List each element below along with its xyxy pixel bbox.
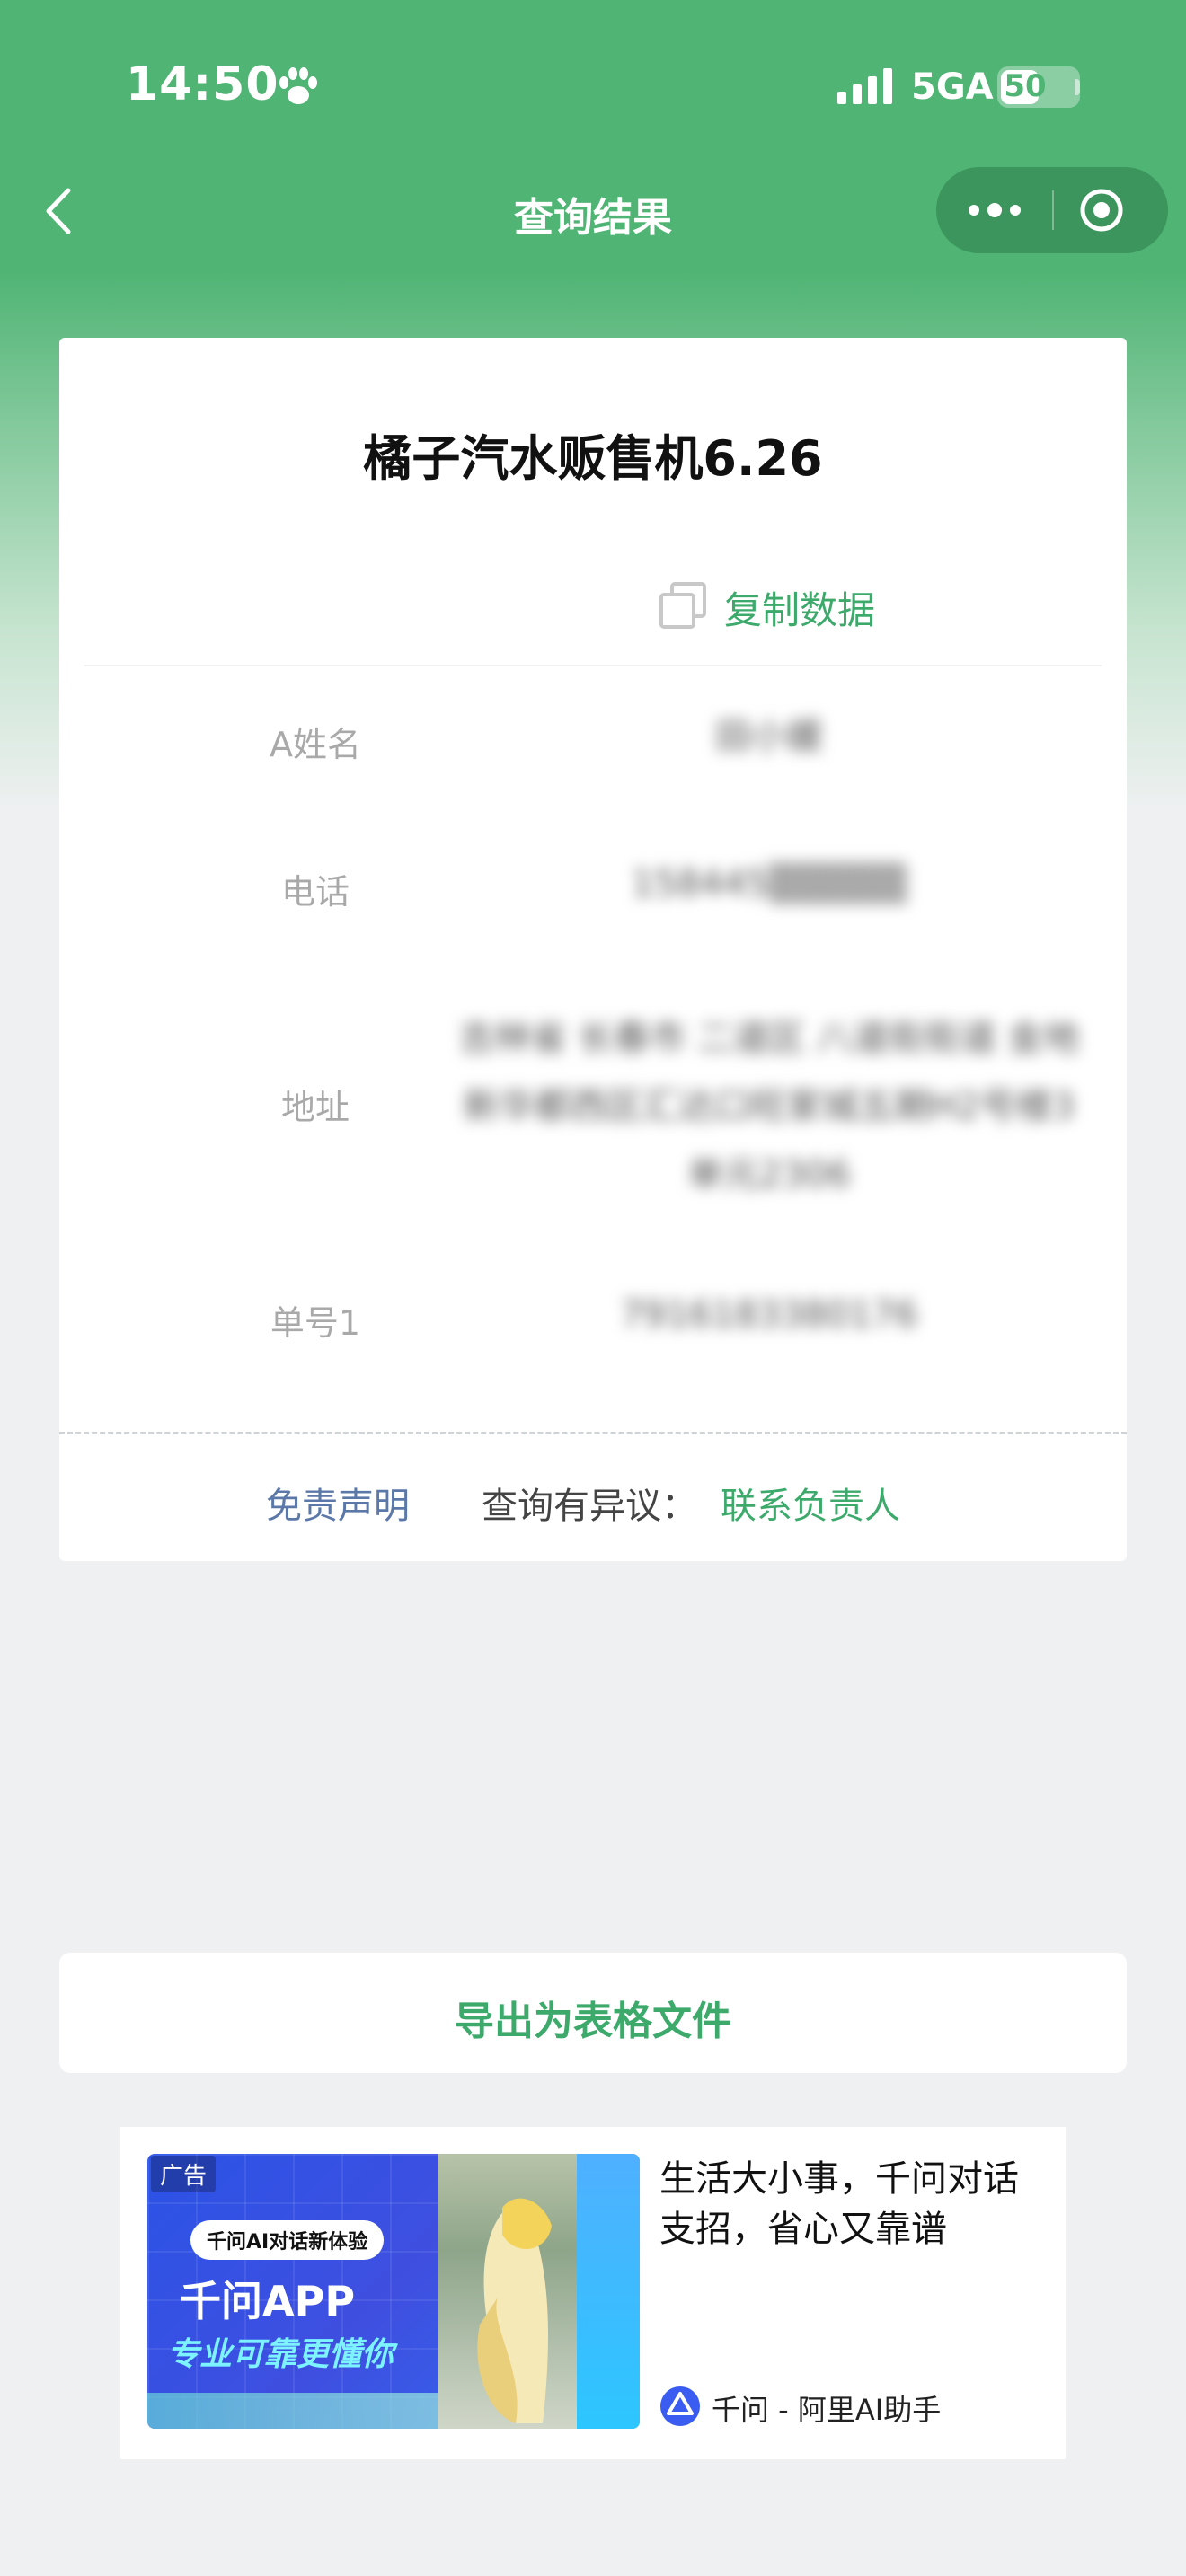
copy-data-button[interactable]: 复制数据 — [658, 573, 918, 636]
name-label: A姓名 — [270, 725, 361, 764]
objection-text: 查询有异议： — [482, 1486, 697, 1527]
page: 14:50 5GA 50 查询结果 橘子汽水贩售机6.26 复制数据 A姓名 田… — [0, 0, 1186, 2576]
result-title: 橘子汽水贩售机6.26 — [363, 430, 823, 487]
battery-level: 50 — [1004, 68, 1047, 104]
signal-icon — [837, 68, 892, 104]
ad-slogan: 专业可靠更懂你 — [167, 2336, 394, 2373]
ad-bubble: 千问AI对话新体验 — [190, 2220, 385, 2260]
qianwen-logo-icon — [660, 2386, 700, 2426]
more-icon[interactable] — [963, 194, 1026, 226]
name-value: 田小媛 — [715, 716, 823, 757]
phone-label: 电话 — [280, 872, 350, 912]
divider — [84, 665, 1102, 666]
ad-headline[interactable]: 生活大小事，千问对话支招，省心又靠谱 — [659, 2154, 1046, 2254]
ad-app-name: 千问APP — [180, 2277, 356, 2325]
ad-decoration — [577, 2154, 640, 2429]
banana-image — [477, 2198, 552, 2423]
ad-tag[interactable]: 广告 — [151, 2156, 217, 2192]
address-label: 地址 — [280, 1088, 350, 1127]
battery-tip — [1075, 79, 1080, 95]
phone-value: 158445▒▒▒▒▒ — [631, 863, 907, 904]
ad-banner[interactable]: 广告 千问AI对话新体验 千问APP 专业可靠更懂你 生活大小事，千问对话支招，… — [120, 2127, 1066, 2459]
mini-program-capsule — [936, 167, 1168, 253]
dashed-divider — [59, 1432, 1127, 1434]
paw-icon — [279, 67, 317, 104]
network-type: 5GA — [911, 66, 994, 108]
battery-icon: 50 — [997, 66, 1080, 108]
result-card: 橘子汽水贩售机6.26 复制数据 A姓名 田小媛 电话 158445▒▒▒▒▒ … — [59, 338, 1127, 1561]
close-target-icon[interactable] — [1078, 187, 1125, 234]
contact-owner-link[interactable]: 联系负责人 — [721, 1477, 900, 1529]
ad-brand: 千问 - 阿里AI助手 — [712, 2393, 942, 2427]
address-value: 吉林省 长春市 二道区 八道街街道 金地新华都西区汇达口旺家城五期H2号楼3单元… — [458, 1018, 1080, 1195]
order-number-value: 7916183380176 — [620, 1294, 918, 1336]
ad-image[interactable]: 广告 千问AI对话新体验 千问APP 专业可靠更懂你 — [147, 2154, 640, 2429]
capsule-divider — [1052, 190, 1054, 230]
export-spreadsheet-button[interactable]: 导出为表格文件 — [59, 1953, 1127, 2073]
disclaimer-link[interactable]: 免责声明 — [266, 1477, 410, 1529]
export-label: 导出为表格文件 — [455, 1998, 731, 2044]
copy-data-label: 复制数据 — [724, 588, 876, 632]
ad-base-stripe — [147, 2393, 438, 2429]
order-number-label: 单号1 — [270, 1303, 361, 1343]
status-time: 14:50 — [126, 57, 279, 111]
copy-icon — [659, 582, 706, 629]
